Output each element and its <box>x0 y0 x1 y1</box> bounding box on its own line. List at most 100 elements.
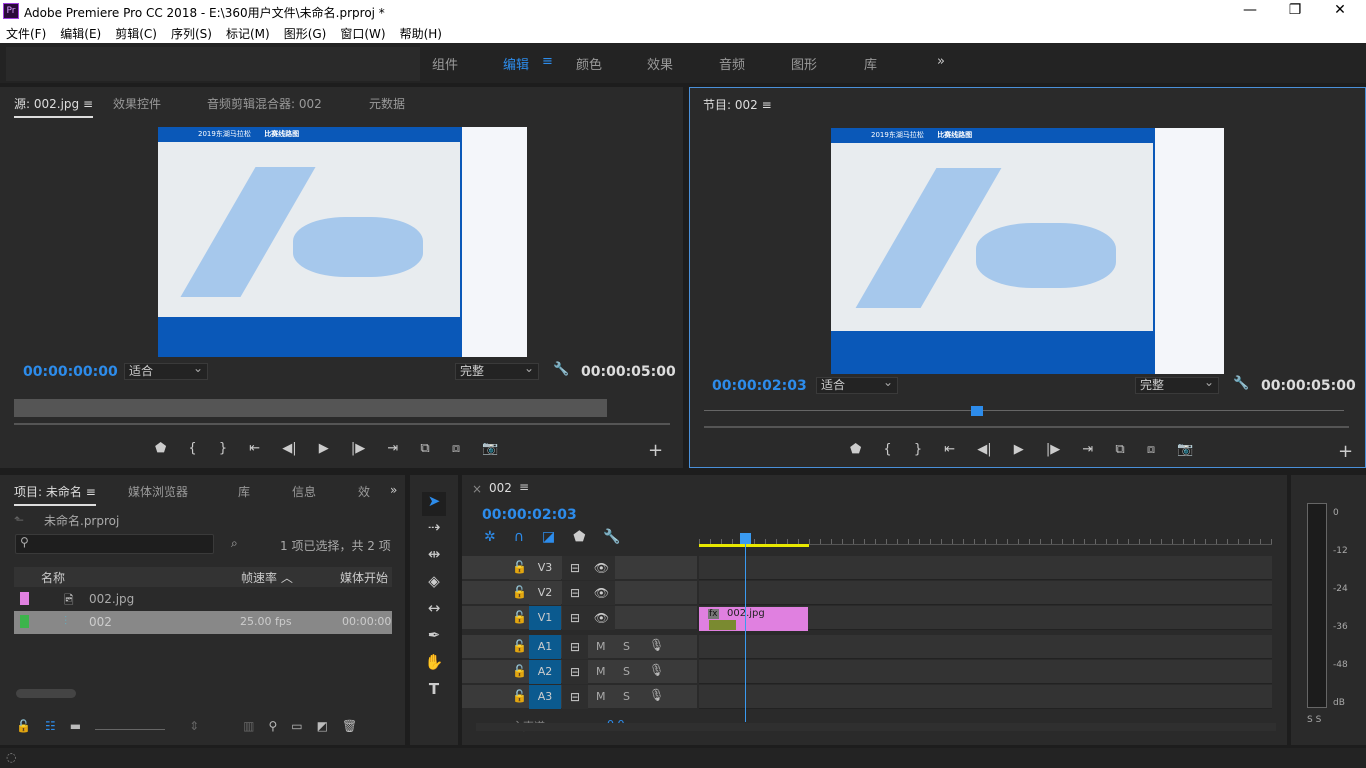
folder-up-icon[interactable]: ⬑ <box>14 513 24 527</box>
slip-tool-icon[interactable]: ↔ <box>422 599 446 623</box>
voice-over-mic-icon[interactable]: 🎙 <box>649 663 664 677</box>
solo-right[interactable]: S <box>1316 715 1322 725</box>
close-button[interactable]: ✕ <box>1320 2 1360 18</box>
menu-window[interactable]: 窗口(W) <box>340 22 392 43</box>
track-lock-icon[interactable]: 🔓 <box>512 585 527 599</box>
workspace-editing[interactable]: 编辑 <box>503 54 529 73</box>
program-fit-dropdown[interactable]: 适合 <box>816 377 898 394</box>
track-lock-icon[interactable]: 🔓 <box>512 664 527 678</box>
razor-tool-icon[interactable]: ◈ <box>422 572 446 596</box>
sync-lock-icon[interactable]: ⊟ <box>562 635 588 659</box>
type-tool-icon[interactable]: T <box>422 680 446 704</box>
source-quality-dropdown[interactable]: 完整 <box>455 363 539 380</box>
work-area-bar[interactable] <box>699 544 809 547</box>
tab-sequence[interactable]: 002 <box>489 481 512 495</box>
hand-tool-icon[interactable]: ✋ <box>422 653 446 677</box>
new-item-icon[interactable]: ◩ <box>317 719 328 733</box>
new-bin-icon[interactable]: ▭ <box>291 719 302 733</box>
program-scroll-bar[interactable] <box>704 426 1349 428</box>
panel-menu-icon[interactable]: ≡ <box>519 480 529 494</box>
solo-button[interactable]: S <box>623 640 630 653</box>
sync-lock-icon[interactable]: ⊟ <box>562 581 588 605</box>
zoom-slider[interactable] <box>95 723 165 730</box>
tab-effect-controls[interactable]: 效果控件 <box>113 95 161 112</box>
source-timecode[interactable]: 00:00:00:00 <box>23 364 118 380</box>
tab-metadata[interactable]: 元数据 <box>369 95 405 112</box>
timeline-timecode[interactable]: 00:00:02:03 <box>482 507 577 523</box>
menu-edit[interactable]: 编辑(E) <box>60 22 108 43</box>
menu-clip[interactable]: 剪辑(C) <box>115 22 164 43</box>
sync-lock-icon[interactable]: ⊟ <box>562 660 588 684</box>
column-media-start[interactable]: 媒体开始 <box>340 569 388 586</box>
icon-view-icon[interactable]: ▬ <box>70 719 81 733</box>
toggle-output-eye-icon[interactable]: 👁 <box>588 581 615 605</box>
mute-button[interactable]: M <box>596 640 606 653</box>
track-lane-a2[interactable] <box>699 660 1272 684</box>
source-transport-controls[interactable]: ⬟ { } ⇤ ◀| ▶ |▶ ⇥ ⧉ ⧈ 📷 <box>155 441 498 456</box>
track-target-toggle[interactable]: V2 <box>529 581 561 605</box>
track-lock-icon[interactable]: 🔓 <box>512 560 527 574</box>
workspace-menu-icon[interactable]: ≡ <box>542 54 553 69</box>
settings-wrench-icon[interactable]: 🔧 <box>553 362 569 377</box>
track-target-toggle[interactable]: A3 <box>529 685 561 709</box>
menu-marker[interactable]: 标记(M) <box>226 22 277 43</box>
toggle-output-eye-icon[interactable]: 👁 <box>588 556 615 580</box>
workspace-effects[interactable]: 效果 <box>647 54 673 73</box>
track-lane-v2[interactable] <box>699 581 1272 605</box>
panel-more-button[interactable]: » <box>390 483 397 497</box>
delete-icon[interactable]: 🗑 <box>342 719 357 733</box>
tab-effects[interactable]: 效 <box>358 483 370 500</box>
workspace-audio[interactable]: 音频 <box>719 54 745 73</box>
settings-wrench-icon[interactable]: 🔧 <box>1233 376 1249 391</box>
track-select-tool-icon[interactable]: ⇢ <box>422 518 446 542</box>
menu-sequence[interactable]: 序列(S) <box>171 22 219 43</box>
solo-button[interactable]: S <box>623 665 630 678</box>
program-quality-dropdown[interactable]: 完整 <box>1135 377 1219 394</box>
sync-lock-icon[interactable]: ⊟ <box>562 556 588 580</box>
timeline-playhead-handle[interactable] <box>740 533 751 544</box>
add-button[interactable]: + <box>1338 441 1353 462</box>
source-fit-dropdown[interactable]: 适合 <box>124 363 208 380</box>
workspace-color[interactable]: 颜色 <box>576 54 602 73</box>
find-bin-icon[interactable]: ⌕ <box>231 536 238 551</box>
minimize-button[interactable]: — <box>1230 2 1270 18</box>
voice-over-mic-icon[interactable]: 🎙 <box>649 638 664 652</box>
tab-source[interactable]: 源: 002.jpg ≡ <box>14 95 93 118</box>
track-lane-v3[interactable] <box>699 556 1272 580</box>
program-transport-controls[interactable]: ⬟ { } ⇤ ◀| ▶ |▶ ⇥ ⧉ ⧈ 📷 <box>850 442 1193 457</box>
status-icon[interactable]: ◌ <box>6 750 16 764</box>
timeline-clip[interactable]: fx 002.jpg <box>699 607 808 631</box>
automate-icon[interactable]: ▥ <box>243 719 254 733</box>
track-lock-icon[interactable]: 🔓 <box>512 639 527 653</box>
ripple-edit-tool-icon[interactable]: ⇹ <box>422 545 446 569</box>
solo-buttons[interactable]: S S <box>1307 715 1321 725</box>
track-target-toggle[interactable]: A1 <box>529 635 561 659</box>
source-scroll-bar[interactable] <box>14 423 670 425</box>
track-target-toggle[interactable]: V1 <box>529 606 561 630</box>
mute-button[interactable]: M <box>596 665 606 678</box>
menu-file[interactable]: 文件(F) <box>6 22 53 43</box>
snap-magnet-icon[interactable]: ∩ <box>514 529 524 545</box>
menu-graphics[interactable]: 图形(G) <box>284 22 334 43</box>
tab-libraries[interactable]: 库 <box>238 483 250 500</box>
tab-program[interactable]: 节目: 002 ≡ <box>703 96 772 117</box>
menu-help[interactable]: 帮助(H) <box>400 22 449 43</box>
timeline-horizontal-scrollbar[interactable] <box>476 723 1276 731</box>
track-target-toggle[interactable]: V3 <box>529 556 561 580</box>
track-lane-a1[interactable] <box>699 635 1272 659</box>
program-time-ruler[interactable] <box>704 410 1344 411</box>
add-marker-icon[interactable]: ⬟ <box>573 529 585 545</box>
voice-over-mic-icon[interactable]: 🎙 <box>649 688 664 702</box>
list-view-icon[interactable]: ☷ <box>45 719 56 733</box>
sync-lock-icon[interactable]: ⊟ <box>562 606 588 630</box>
solo-left[interactable]: S <box>1307 715 1313 725</box>
column-name[interactable]: 名称 <box>41 569 65 586</box>
nest-icon[interactable]: ✲ <box>484 529 496 545</box>
tab-project[interactable]: 项目: 未命名 ≡ <box>14 483 96 506</box>
pen-tool-icon[interactable]: ✒ <box>422 626 446 650</box>
project-search-input[interactable]: ⚲ <box>15 534 214 554</box>
panel-menu-icon[interactable]: ≡ <box>86 485 96 499</box>
workspace-libraries[interactable]: 库 <box>864 54 877 73</box>
sync-lock-icon[interactable]: ⊟ <box>562 685 588 709</box>
track-target-toggle[interactable]: A2 <box>529 660 561 684</box>
